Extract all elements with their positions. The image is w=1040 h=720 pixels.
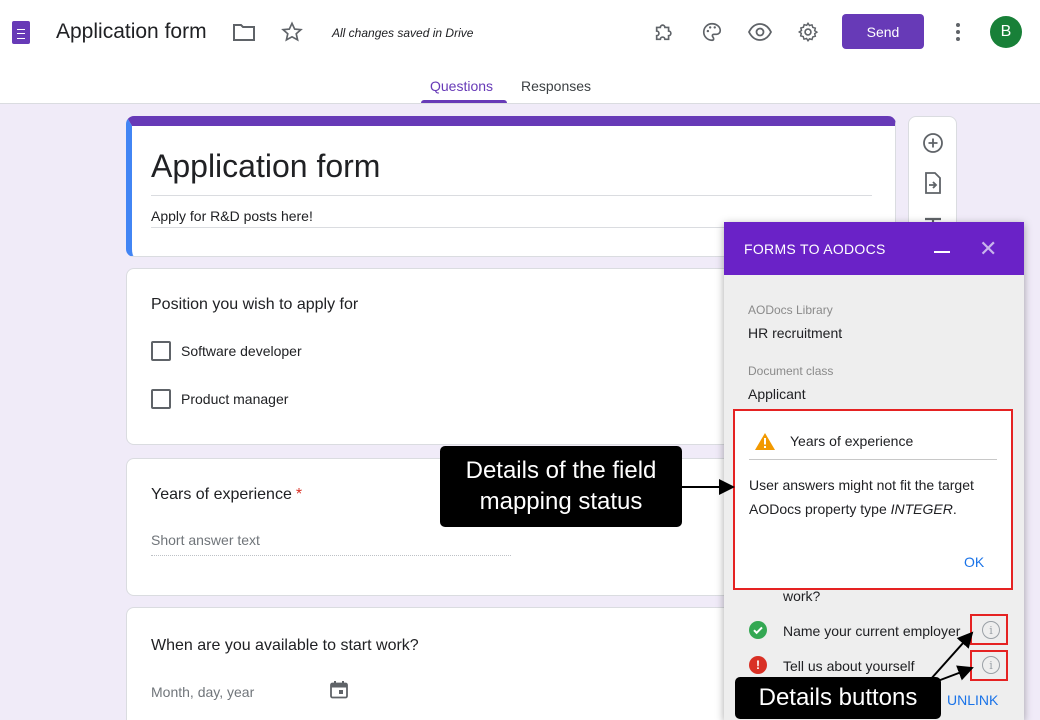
annotation-details-status: Details of the field mapping status	[440, 446, 682, 527]
option-label: Product manager	[181, 391, 289, 407]
calendar-icon	[329, 680, 349, 705]
form-title[interactable]: Application form	[151, 148, 380, 185]
checkbox[interactable]	[151, 389, 171, 409]
import-questions-icon[interactable]	[921, 171, 945, 195]
tab-responses[interactable]: Responses	[521, 78, 591, 94]
error-circle-icon: !	[749, 656, 767, 674]
question-toolbar	[908, 116, 957, 236]
send-button[interactable]: Send	[842, 14, 924, 49]
check-circle-icon	[749, 621, 767, 639]
document-title[interactable]: Application form	[56, 20, 207, 44]
popup-message-end: .	[952, 501, 957, 517]
warning-icon	[754, 432, 776, 456]
question-title-text: Years of experience	[151, 486, 292, 503]
save-status: All changes saved in Drive	[332, 26, 474, 40]
required-asterisk: *	[295, 486, 303, 503]
mapping-status-details-popup: Years of experience User answers might n…	[733, 409, 1013, 590]
divider	[151, 195, 872, 196]
tab-questions[interactable]: Questions	[430, 78, 493, 94]
unlink-button[interactable]: UNLINK	[947, 692, 998, 708]
library-label: AODocs Library	[748, 303, 833, 317]
question-title: Position you wish to apply for	[151, 296, 359, 313]
add-ons-puzzle-icon[interactable]	[644, 12, 684, 52]
question-title: Years of experience *	[151, 486, 302, 504]
checkbox[interactable]	[151, 341, 171, 361]
mapping-row-label: Tell us about yourself	[783, 658, 915, 674]
annotation-details-buttons: Details buttons	[735, 677, 941, 719]
popup-message: User answers might not fit the target AO…	[749, 473, 999, 521]
option-label: Software developer	[181, 343, 302, 359]
panel-header: FORMS TO AODOCS ✕	[724, 222, 1024, 275]
preview-eye-icon[interactable]	[740, 12, 780, 52]
date-placeholder: Month, day, year	[151, 684, 255, 700]
document-class-value: Applicant	[748, 386, 806, 402]
close-icon[interactable]: ✕	[979, 236, 997, 262]
active-tab-indicator	[421, 100, 507, 103]
mapping-row-label: Name your current employer	[783, 623, 961, 639]
divider	[749, 459, 997, 460]
question-title: When are you available to start work?	[151, 637, 419, 654]
panel-title: FORMS TO AODOCS	[744, 241, 886, 257]
popup-property-type: INTEGER	[890, 501, 953, 517]
top-bar: Application form All changes saved in Dr…	[0, 0, 1040, 104]
minimize-icon[interactable]	[934, 251, 950, 253]
folder-icon[interactable]	[224, 12, 264, 52]
document-class-label: Document class	[748, 364, 834, 378]
short-answer-placeholder: Short answer text	[151, 532, 511, 556]
star-icon[interactable]	[272, 12, 312, 52]
highlight-box	[970, 614, 1008, 645]
highlight-box	[970, 650, 1008, 681]
form-description[interactable]: Apply for R&D posts here!	[151, 208, 313, 224]
ok-button[interactable]: OK	[964, 554, 984, 570]
mapping-row-partial-text: work?	[783, 588, 821, 604]
library-value: HR recruitment	[748, 325, 843, 341]
add-question-icon[interactable]	[921, 131, 945, 155]
more-options-icon[interactable]	[938, 12, 978, 52]
settings-gear-icon[interactable]	[788, 12, 828, 52]
palette-icon[interactable]	[692, 12, 732, 52]
google-forms-logo-icon[interactable]	[12, 21, 30, 44]
account-avatar[interactable]: B	[990, 16, 1022, 48]
popup-title: Years of experience	[790, 433, 914, 449]
